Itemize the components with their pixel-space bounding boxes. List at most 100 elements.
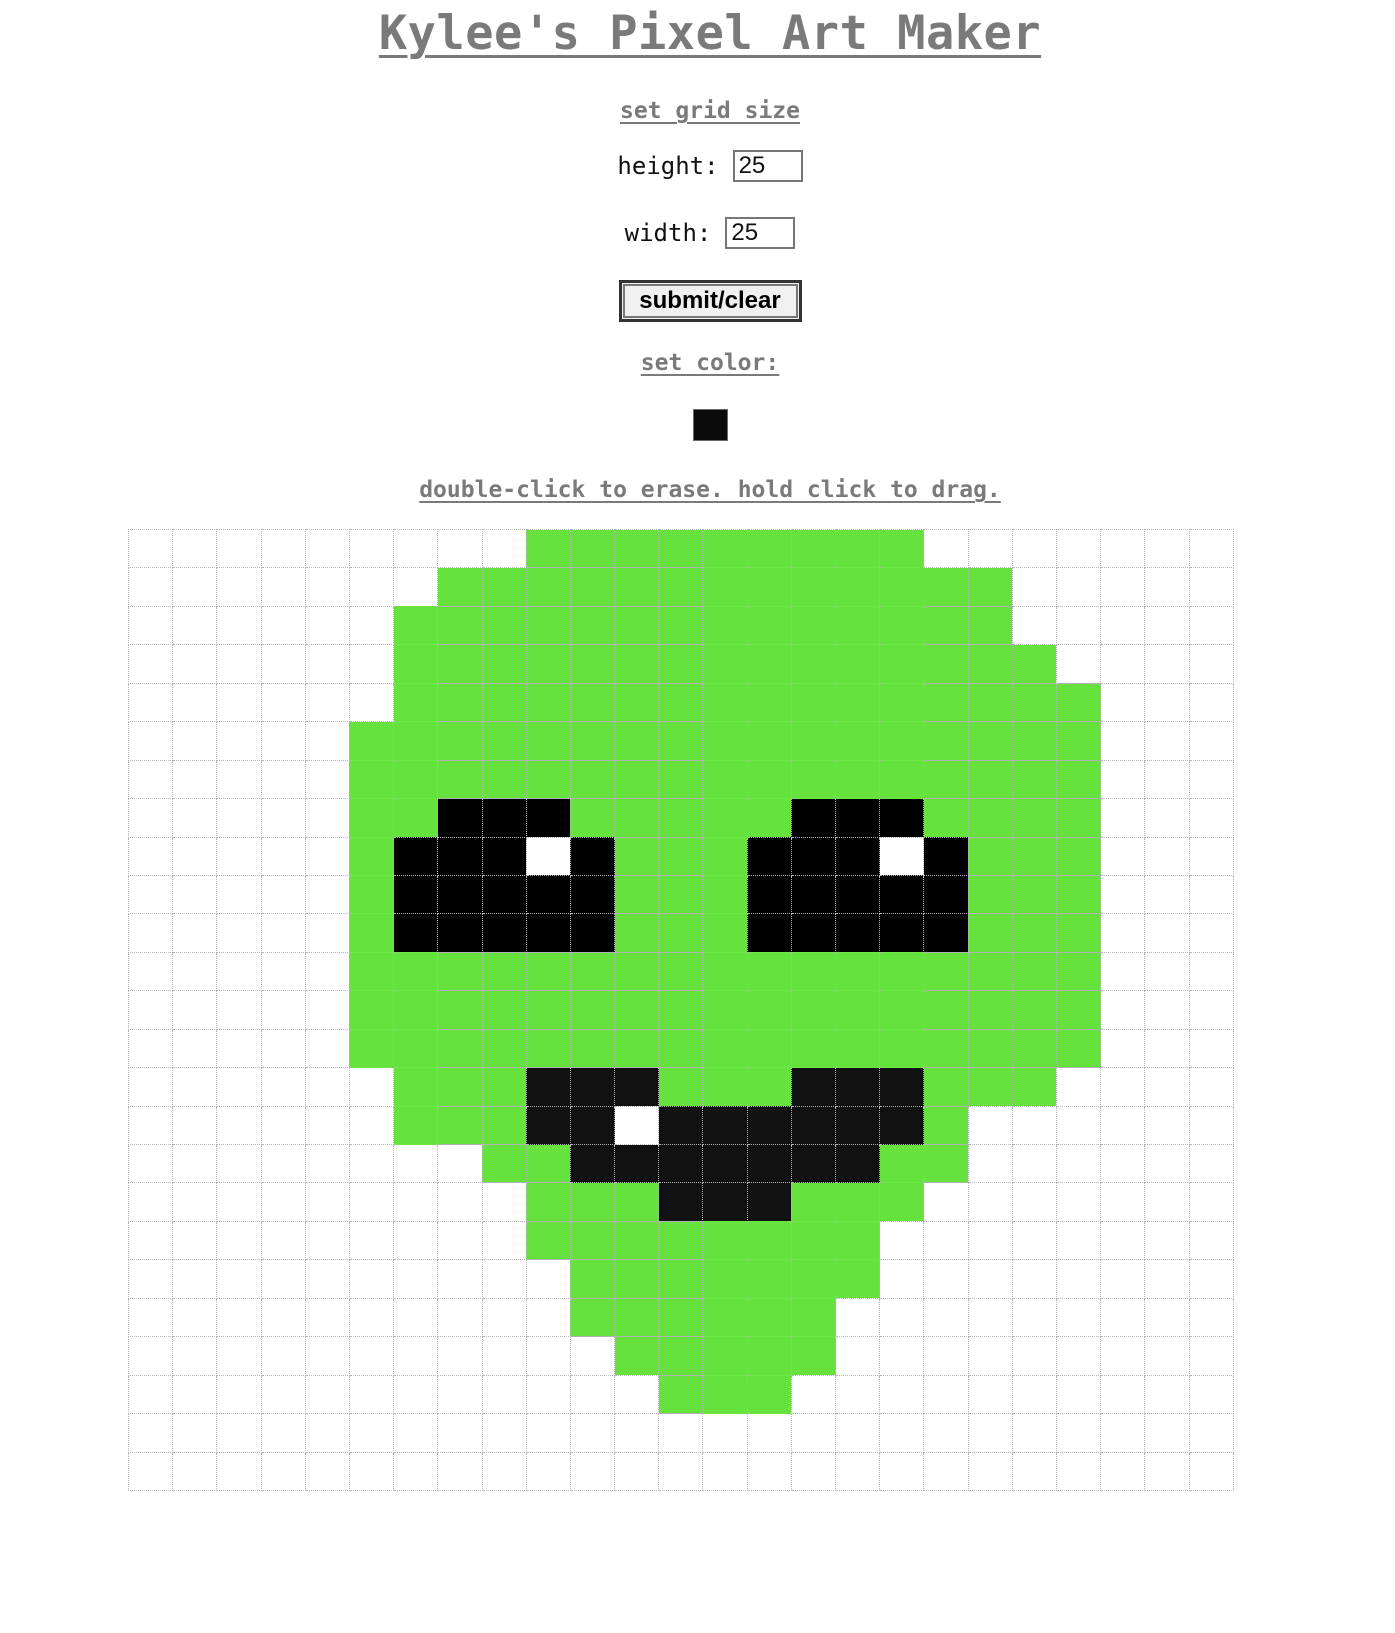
pixel-cell[interactable] (481, 874, 527, 915)
pixel-cell[interactable] (348, 951, 395, 992)
pixel-cell[interactable] (834, 605, 881, 646)
pixel-cell[interactable] (702, 1143, 748, 1184)
pixel-cell[interactable] (1188, 1067, 1234, 1107)
pixel-cell[interactable] (702, 1297, 748, 1338)
pixel-cell[interactable] (879, 836, 925, 876)
pixel-cell[interactable] (1188, 1028, 1234, 1069)
pixel-cell[interactable] (614, 1259, 660, 1299)
pixel-cell[interactable] (834, 644, 881, 684)
pixel-cell[interactable] (614, 836, 660, 876)
pixel-cell[interactable] (1011, 605, 1057, 646)
pixel-cell[interactable] (569, 682, 616, 723)
pixel-cell[interactable] (260, 874, 306, 915)
pixel-cell[interactable] (127, 990, 174, 1030)
pixel-cell[interactable] (790, 1143, 837, 1184)
pixel-cell[interactable] (393, 1220, 439, 1261)
pixel-cell[interactable] (1188, 567, 1234, 607)
pixel-cell[interactable] (348, 1105, 395, 1146)
pixel-cell[interactable] (437, 836, 483, 876)
pixel-cell[interactable] (1188, 798, 1234, 838)
pixel-cell[interactable] (658, 1220, 704, 1261)
pixel-cell[interactable] (393, 836, 439, 876)
pixel-cell[interactable] (1055, 1336, 1102, 1376)
pixel-cell[interactable] (746, 759, 792, 800)
pixel-cell[interactable] (702, 528, 748, 569)
pixel-cell[interactable] (923, 836, 969, 876)
pixel-cell[interactable] (923, 567, 969, 607)
pixel-cell[interactable] (879, 1143, 925, 1184)
pixel-cell[interactable] (172, 1297, 218, 1338)
pixel-cell[interactable] (790, 1028, 837, 1069)
pixel-cell[interactable] (834, 567, 881, 607)
pixel-cell[interactable] (1144, 913, 1190, 953)
pixel-cell[interactable] (923, 1297, 969, 1338)
pixel-cell[interactable] (702, 759, 748, 800)
pixel-cell[interactable] (127, 528, 174, 569)
pixel-cell[interactable] (1144, 605, 1190, 646)
pixel-cell[interactable] (304, 721, 350, 761)
pixel-cell[interactable] (1100, 605, 1146, 646)
pixel-cell[interactable] (481, 682, 527, 723)
pixel-cell[interactable] (1055, 605, 1102, 646)
pixel-cell[interactable] (304, 836, 350, 876)
pixel-cell[interactable] (658, 990, 704, 1030)
pixel-cell[interactable] (216, 1220, 262, 1261)
pixel-canvas[interactable] (127, 528, 1234, 1491)
pixel-cell[interactable] (1055, 721, 1102, 761)
pixel-cell[interactable] (967, 1259, 1013, 1299)
pixel-cell[interactable] (834, 798, 881, 838)
pixel-cell[interactable] (127, 951, 174, 992)
pixel-cell[interactable] (127, 1220, 174, 1261)
pixel-cell[interactable] (216, 644, 262, 684)
pixel-cell[interactable] (702, 1374, 748, 1415)
pixel-cell[interactable] (437, 605, 483, 646)
pixel-cell[interactable] (834, 682, 881, 723)
pixel-cell[interactable] (658, 1336, 704, 1376)
pixel-cell[interactable] (614, 644, 660, 684)
pixel-cell[interactable] (967, 528, 1013, 569)
pixel-cell[interactable] (658, 798, 704, 838)
pixel-cell[interactable] (216, 1336, 262, 1376)
pixel-cell[interactable] (525, 644, 571, 684)
pixel-cell[interactable] (834, 1067, 881, 1107)
pixel-cell[interactable] (304, 605, 350, 646)
pixel-cell[interactable] (1188, 1413, 1234, 1453)
pixel-cell[interactable] (437, 644, 483, 684)
pixel-cell[interactable] (1011, 874, 1057, 915)
pixel-cell[interactable] (481, 644, 527, 684)
pixel-cell[interactable] (1011, 1336, 1057, 1376)
submit-clear-button[interactable]: submit/clear (618, 280, 802, 322)
pixel-cell[interactable] (1011, 990, 1057, 1030)
pixel-cell[interactable] (834, 951, 881, 992)
pixel-cell[interactable] (304, 798, 350, 838)
pixel-cell[interactable] (1100, 721, 1146, 761)
pixel-cell[interactable] (127, 874, 174, 915)
pixel-cell[interactable] (393, 1336, 439, 1376)
pixel-cell[interactable] (260, 836, 306, 876)
pixel-cell[interactable] (702, 836, 748, 876)
pixel-cell[interactable] (1144, 1105, 1190, 1146)
pixel-cell[interactable] (304, 567, 350, 607)
pixel-cell[interactable] (658, 528, 704, 569)
pixel-cell[interactable] (216, 990, 262, 1030)
pixel-cell[interactable] (879, 605, 925, 646)
pixel-cell[interactable] (658, 1374, 704, 1415)
pixel-cell[interactable] (702, 913, 748, 953)
pixel-cell[interactable] (658, 1297, 704, 1338)
pixel-cell[interactable] (525, 721, 571, 761)
pixel-cell[interactable] (702, 1182, 748, 1222)
pixel-cell[interactable] (304, 1297, 350, 1338)
pixel-cell[interactable] (834, 990, 881, 1030)
pixel-cell[interactable] (525, 1105, 571, 1146)
pixel-cell[interactable] (569, 913, 616, 953)
pixel-cell[interactable] (879, 1028, 925, 1069)
pixel-cell[interactable] (304, 644, 350, 684)
pixel-cell[interactable] (1100, 1028, 1146, 1069)
pixel-cell[interactable] (834, 1451, 881, 1491)
pixel-cell[interactable] (879, 1413, 925, 1453)
pixel-cell[interactable] (967, 1220, 1013, 1261)
pixel-cell[interactable] (437, 913, 483, 953)
pixel-cell[interactable] (1144, 1297, 1190, 1338)
pixel-cell[interactable] (1188, 1374, 1234, 1415)
pixel-cell[interactable] (702, 798, 748, 838)
